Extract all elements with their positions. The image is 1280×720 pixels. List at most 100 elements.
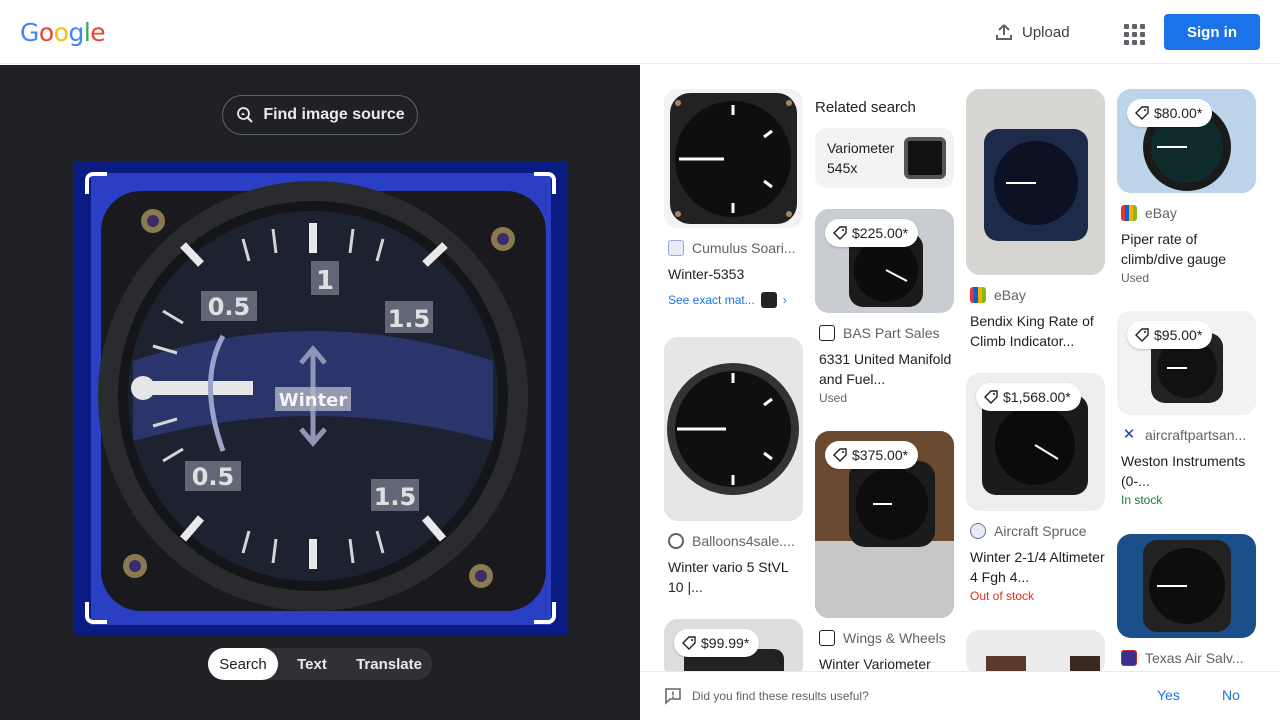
result-title[interactable]: Winter vario 5 StVL 10 |...: [664, 557, 803, 597]
svg-text:1.5: 1.5: [374, 483, 417, 511]
aircraft-spruce-favicon: [970, 523, 986, 539]
tag-icon: [1135, 328, 1149, 342]
result-card[interactable]: $375.00* Wings & Wheels Winter Variomete…: [815, 431, 954, 674]
related-thumb: [904, 137, 946, 179]
result-card[interactable]: eBay Bendix King Rate of Climb Indicator…: [966, 89, 1105, 351]
feedback-yes-button[interactable]: Yes: [1157, 687, 1180, 703]
result-thumbnail[interactable]: [664, 89, 803, 228]
svg-text:1: 1: [316, 266, 334, 296]
result-source[interactable]: Aircraft Spruce: [966, 523, 1105, 539]
price-badge: $99.99*: [674, 629, 760, 657]
upload-label: Upload: [1022, 23, 1070, 41]
apps-grid-icon[interactable]: [1118, 18, 1146, 46]
result-source[interactable]: eBay: [1117, 205, 1256, 221]
result-thumbnail[interactable]: $375.00*: [815, 431, 954, 618]
result-source[interactable]: Cumulus Soari...: [664, 240, 803, 256]
sign-in-button[interactable]: Sign in: [1164, 14, 1260, 50]
tag-icon: [833, 226, 847, 240]
feedback-question: Did you find these results useful?: [692, 689, 869, 703]
tab-text[interactable]: Text: [278, 648, 346, 680]
cumulus-favicon: [668, 240, 684, 256]
related-search-section: Related search Variometer 545x: [815, 89, 954, 188]
exact-match-thumb-icon: [760, 292, 777, 308]
condition-label: Used: [819, 391, 848, 405]
stock-status: In stock: [1121, 493, 1163, 507]
result-thumbnail[interactable]: [966, 630, 1105, 675]
price-badge: $225.00*: [825, 219, 919, 247]
tab-translate[interactable]: Translate: [346, 648, 432, 680]
image-search-icon: [237, 107, 254, 123]
result-card[interactable]: [966, 630, 1105, 675]
result-card[interactable]: Balloons4sale.... Winter vario 5 StVL 10…: [664, 337, 803, 597]
top-bar: Google Upload Sign in: [0, 0, 1280, 64]
result-title[interactable]: Bendix King Rate of Climb Indicator...: [966, 311, 1105, 351]
query-image[interactable]: 0.5 1 1.5 0.5 1.5 Winter: [73, 161, 568, 635]
texas-air-favicon: [1121, 650, 1137, 666]
result-thumbnail[interactable]: $95.00*: [1117, 311, 1256, 415]
chevron-right-icon: ›: [782, 293, 787, 307]
stock-status: Out of stock: [970, 589, 1035, 603]
result-source[interactable]: Texas Air Salv...: [1117, 650, 1256, 666]
wings-wheels-favicon: [819, 630, 835, 646]
result-thumbnail[interactable]: [1117, 534, 1256, 638]
result-title[interactable]: Weston Instruments (0-...: [1117, 451, 1256, 491]
upload-icon: [996, 24, 1012, 40]
result-thumbnail[interactable]: $80.00*: [1117, 89, 1256, 193]
feedback-bar: Did you find these results useful? Yes N…: [640, 671, 1280, 720]
see-exact-matches-link[interactable]: See exact mat... ›: [664, 292, 803, 308]
result-thumbnail[interactable]: [966, 89, 1105, 275]
google-logo[interactable]: Google: [20, 18, 106, 47]
find-image-source-button[interactable]: Find image source: [222, 95, 418, 135]
result-card[interactable]: Cumulus Soari... Winter-5353 See exact m…: [664, 89, 803, 308]
results-panel: Cumulus Soari... Winter-5353 See exact m…: [640, 65, 1280, 720]
globe-icon: [668, 533, 684, 549]
related-search-chip[interactable]: Variometer 545x: [815, 128, 954, 188]
tag-icon: [833, 448, 847, 462]
crop-handle-bottom-right[interactable]: [534, 602, 556, 624]
feedback-icon: [665, 688, 681, 705]
result-thumbnail[interactable]: $99.99*: [664, 619, 803, 679]
result-thumbnail[interactable]: $1,568.00*: [966, 373, 1105, 511]
ebay-favicon: [970, 287, 986, 303]
price-badge: $1,568.00*: [976, 383, 1081, 411]
price-badge: $375.00*: [825, 441, 919, 469]
price-badge: $95.00*: [1127, 321, 1213, 349]
tag-icon: [682, 636, 696, 650]
feedback-no-button[interactable]: No: [1222, 687, 1240, 703]
result-title[interactable]: Winter-5353: [664, 264, 803, 284]
bas-favicon: [819, 325, 835, 341]
result-card[interactable]: $225.00* BAS Part Sales 6331 United Mani…: [815, 209, 954, 405]
svg-text:Winter: Winter: [279, 390, 348, 411]
tag-icon: [984, 390, 998, 404]
upload-button[interactable]: Upload: [982, 14, 1082, 50]
find-image-source-label: Find image source: [263, 106, 405, 123]
price-badge: $80.00*: [1127, 99, 1213, 127]
result-source[interactable]: BAS Part Sales: [815, 325, 954, 341]
result-card[interactable]: $95.00* ✕ aircraftpartsan... Weston Inst…: [1117, 311, 1256, 507]
result-card[interactable]: Texas Air Salv...: [1117, 534, 1256, 666]
result-source[interactable]: Wings & Wheels: [815, 630, 954, 646]
result-thumbnail[interactable]: [664, 337, 803, 521]
aircraftparts-favicon: ✕: [1122, 427, 1136, 443]
svg-text:1.5: 1.5: [388, 305, 431, 333]
result-thumbnail[interactable]: $225.00*: [815, 209, 954, 313]
tab-search[interactable]: Search: [208, 648, 278, 680]
result-card[interactable]: $99.99*: [664, 619, 803, 679]
tag-icon: [1135, 106, 1149, 120]
condition-label: Used: [1121, 271, 1150, 285]
svg-text:0.5: 0.5: [192, 463, 235, 491]
result-source[interactable]: Balloons4sale....: [664, 533, 803, 549]
result-title[interactable]: 6331 United Manifold and Fuel...: [815, 349, 954, 389]
result-card[interactable]: $1,568.00* Aircraft Spruce Winter 2-1/4 …: [966, 373, 1105, 603]
result-card[interactable]: $80.00* eBay Piper rate of climb/dive ga…: [1117, 89, 1256, 285]
result-title[interactable]: Piper rate of climb/dive gauge: [1117, 229, 1256, 269]
result-source[interactable]: eBay: [966, 287, 1105, 303]
crop-handle-top-right[interactable]: [534, 172, 556, 194]
ebay-favicon: [1121, 205, 1137, 221]
result-title[interactable]: Winter 2-1/4 Altimeter 4 Fgh 4...: [966, 547, 1105, 587]
related-search-heading: Related search: [815, 99, 916, 116]
crop-handle-bottom-left[interactable]: [85, 602, 107, 624]
mode-tabs: Search Text Translate: [208, 648, 432, 680]
result-source[interactable]: ✕ aircraftpartsan...: [1117, 427, 1256, 443]
crop-handle-top-left[interactable]: [85, 172, 107, 194]
